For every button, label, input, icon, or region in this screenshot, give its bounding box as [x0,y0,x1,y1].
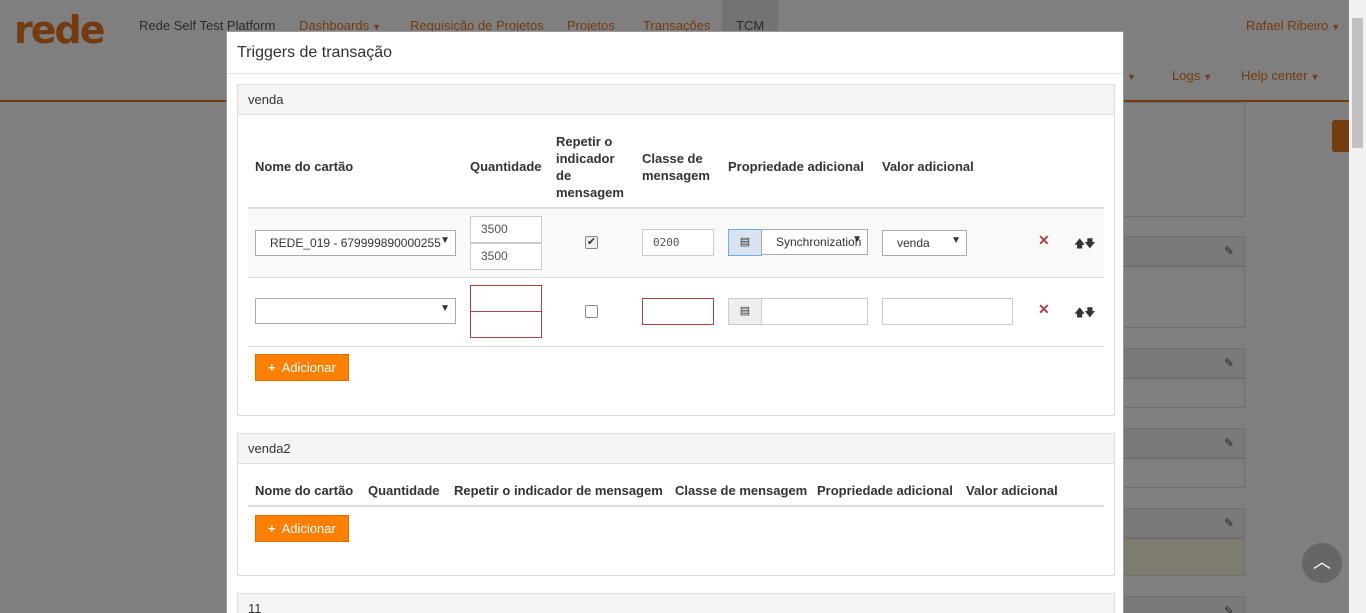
col-extra-property: Propriedade adicional [817,483,953,498]
scrollbar[interactable] [1349,0,1366,613]
quantity-input[interactable]: 3500 [470,243,542,270]
scrollbar-thumb[interactable] [1352,18,1363,148]
caret-down-icon: ▼ [951,235,961,246]
section-panel-venda: venda Nome do cartão Quantidade Repetir … [237,84,1115,416]
card-select[interactable]: ▼ [255,298,456,324]
message-class-input[interactable] [642,298,714,325]
repeat-checkbox[interactable]: ✔ [585,236,598,249]
sort-arrows-icon[interactable]: 🡅🡇 [1074,304,1096,323]
card-select[interactable]: REDE_019 - 679999890000255 ▼ [255,230,456,256]
remove-icon[interactable]: ✕ [1038,301,1050,318]
section-title: venda2 [238,434,1114,464]
plus-icon: + [268,521,276,536]
caret-down-icon: ▼ [440,303,450,314]
modal-title: Triggers de transação [227,32,1123,74]
col-extra-value: Valor adicional [966,483,1058,498]
section-title: venda [238,85,1114,115]
col-message-class: Classe de mensagem [675,483,808,498]
caret-down-icon: ▼ [440,235,450,246]
value-select[interactable]: venda ▼ [882,230,967,256]
section-panel-11: 11 [237,593,1115,613]
list-icon[interactable]: ▤ [728,229,762,256]
add-button[interactable]: + Adicionar [255,354,349,381]
table-header-divider [248,505,1104,507]
row-divider [248,346,1104,347]
property-select[interactable]: Synchronization ▼ [761,229,868,255]
quantity-input[interactable]: 3500 [470,216,542,243]
section-panel-venda2: venda2 Nome do cartão Quantidade Repetir… [237,433,1115,576]
col-message-class: Classe de mensagem [642,151,710,183]
quantity-input[interactable] [470,311,542,338]
section-title: 11 [238,594,1114,613]
property-input[interactable] [761,298,868,325]
quantity-input[interactable] [470,285,542,312]
sort-arrows-icon[interactable]: 🡅🡇 [1074,235,1096,254]
add-button[interactable]: + Adicionar [255,515,349,542]
chevron-up-icon: ︿ [1313,552,1331,572]
message-class-input[interactable]: 0200 [642,229,714,256]
col-card-name: Nome do cartão [255,159,354,174]
col-card-name: Nome do cartão [255,483,354,498]
repeat-checkbox[interactable] [585,305,598,318]
col-extra-value: Valor adicional [882,159,974,174]
triggers-modal: Triggers de transação venda Nome do cart… [226,31,1124,613]
scroll-top-button[interactable]: ︿ [1302,543,1342,583]
col-repeat: Repetir o indicador de mensagem [454,483,663,498]
list-icon[interactable]: ▤ [728,298,762,325]
col-quantity: Quantidade [470,159,542,174]
caret-down-icon: ▼ [852,234,862,245]
value-input[interactable] [882,298,1013,325]
plus-icon: + [268,360,276,375]
col-repeat: Repetir o indicador de mensagem [556,134,624,200]
col-quantity: Quantidade [368,483,440,498]
col-extra-property: Propriedade adicional [728,159,864,174]
remove-icon[interactable]: ✕ [1038,232,1050,249]
